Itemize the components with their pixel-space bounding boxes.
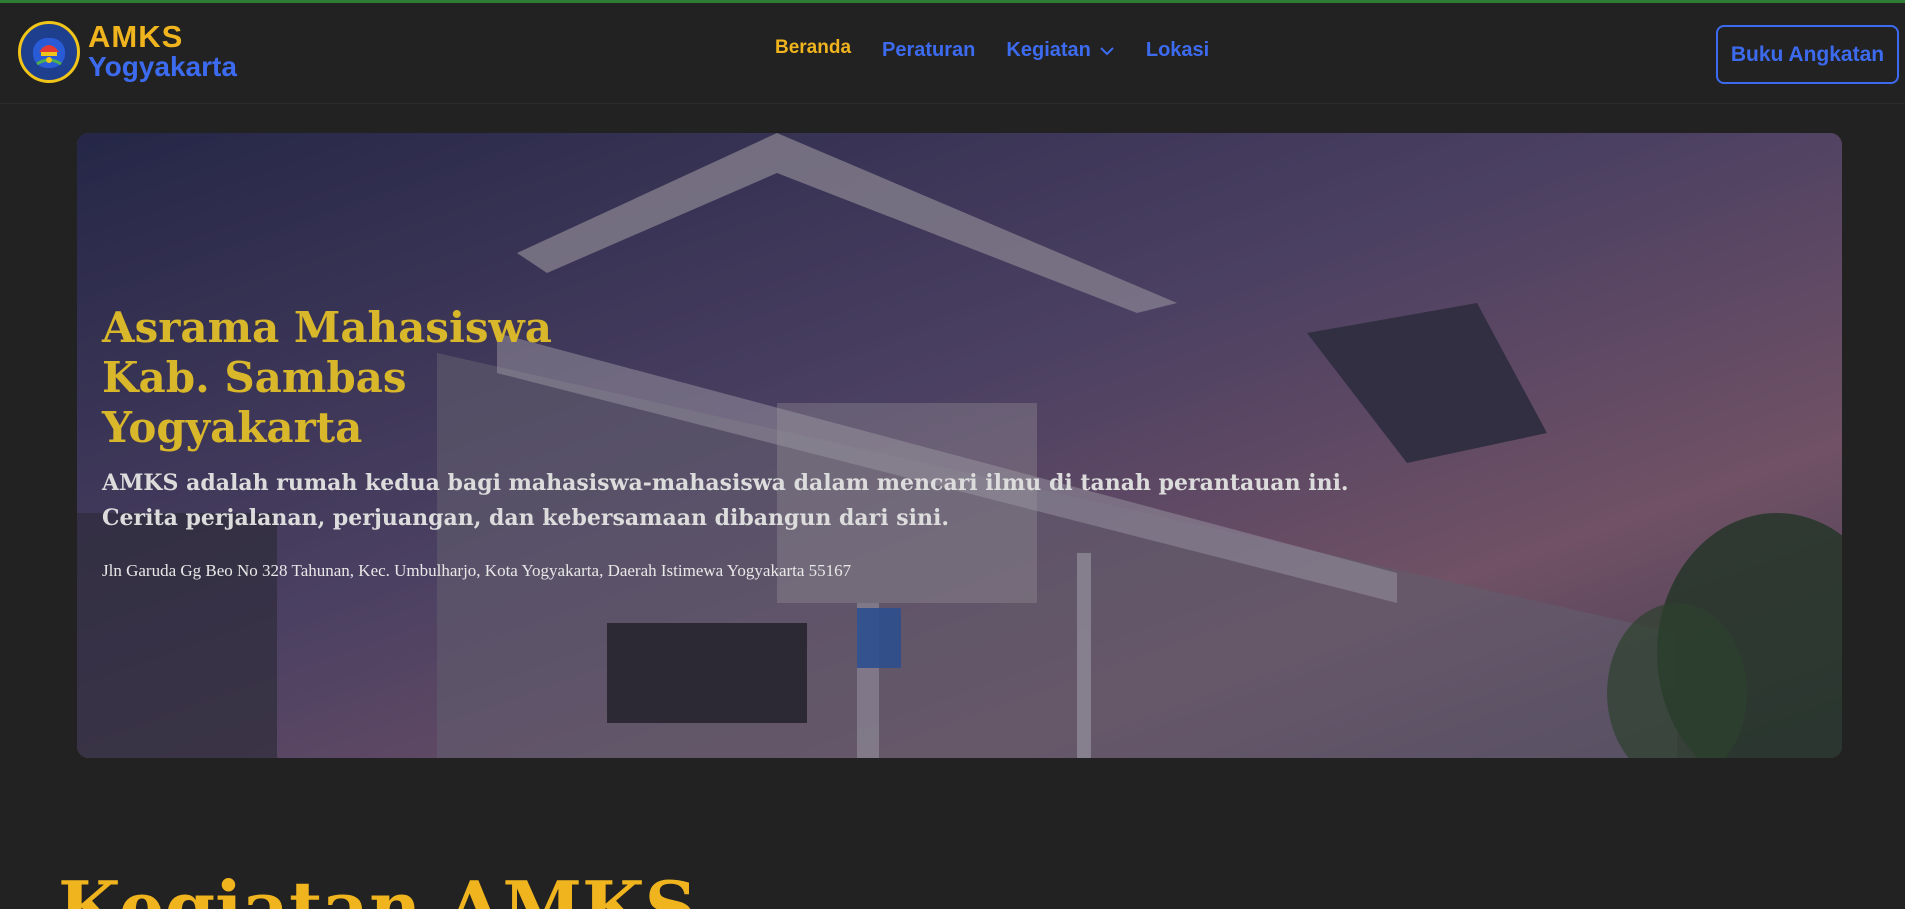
- brand-text: AMKS Yogyakarta: [88, 19, 237, 82]
- nav-beranda[interactable]: Beranda: [775, 37, 851, 59]
- section-title-kegiatan: Kegiatan AMKS: [58, 865, 697, 909]
- brand-home-link[interactable]: AMKS Yogyakarta: [18, 21, 237, 83]
- nav-kegiatan[interactable]: Kegiatan: [1006, 39, 1114, 62]
- hero-address: Jln Garuda Gg Beo No 328 Tahunan, Kec. U…: [102, 561, 852, 580]
- hero-title-line-3: Yogyakarta: [102, 403, 363, 452]
- navbar: AMKS Yogyakarta Beranda Peraturan Kegiat…: [0, 3, 1905, 104]
- hero-title-line-2: Kab. Sambas: [102, 353, 407, 402]
- hero-description: AMKS adalah rumah kedua bagi mahasiswa-m…: [102, 466, 1522, 536]
- hero-description-line-2: Cerita perjalanan, perjuangan, dan keber…: [102, 505, 950, 531]
- hero-title-line-1: Asrama Mahasiswa: [102, 303, 552, 352]
- hero-description-line-1: AMKS adalah rumah kedua bagi mahasiswa-m…: [102, 470, 1349, 496]
- nav-peraturan[interactable]: Peraturan: [882, 39, 975, 62]
- hero-banner: Asrama Mahasiswa Kab. Sambas Yogyakarta …: [77, 133, 1842, 758]
- brand-name: AMKS: [88, 19, 184, 54]
- amks-logo-icon: [18, 21, 80, 83]
- nav-kegiatan-label: Kegiatan: [1006, 39, 1091, 61]
- buku-angkatan-button[interactable]: Buku Angkatan: [1716, 25, 1899, 84]
- brand-city: Yogyakarta: [88, 51, 237, 82]
- hero-title: Asrama Mahasiswa Kab. Sambas Yogyakarta: [102, 303, 742, 453]
- main-nav: Beranda Peraturan Kegiatan Lokasi: [775, 37, 1240, 62]
- chevron-down-icon: [1099, 39, 1115, 62]
- nav-lokasi[interactable]: Lokasi: [1146, 39, 1209, 62]
